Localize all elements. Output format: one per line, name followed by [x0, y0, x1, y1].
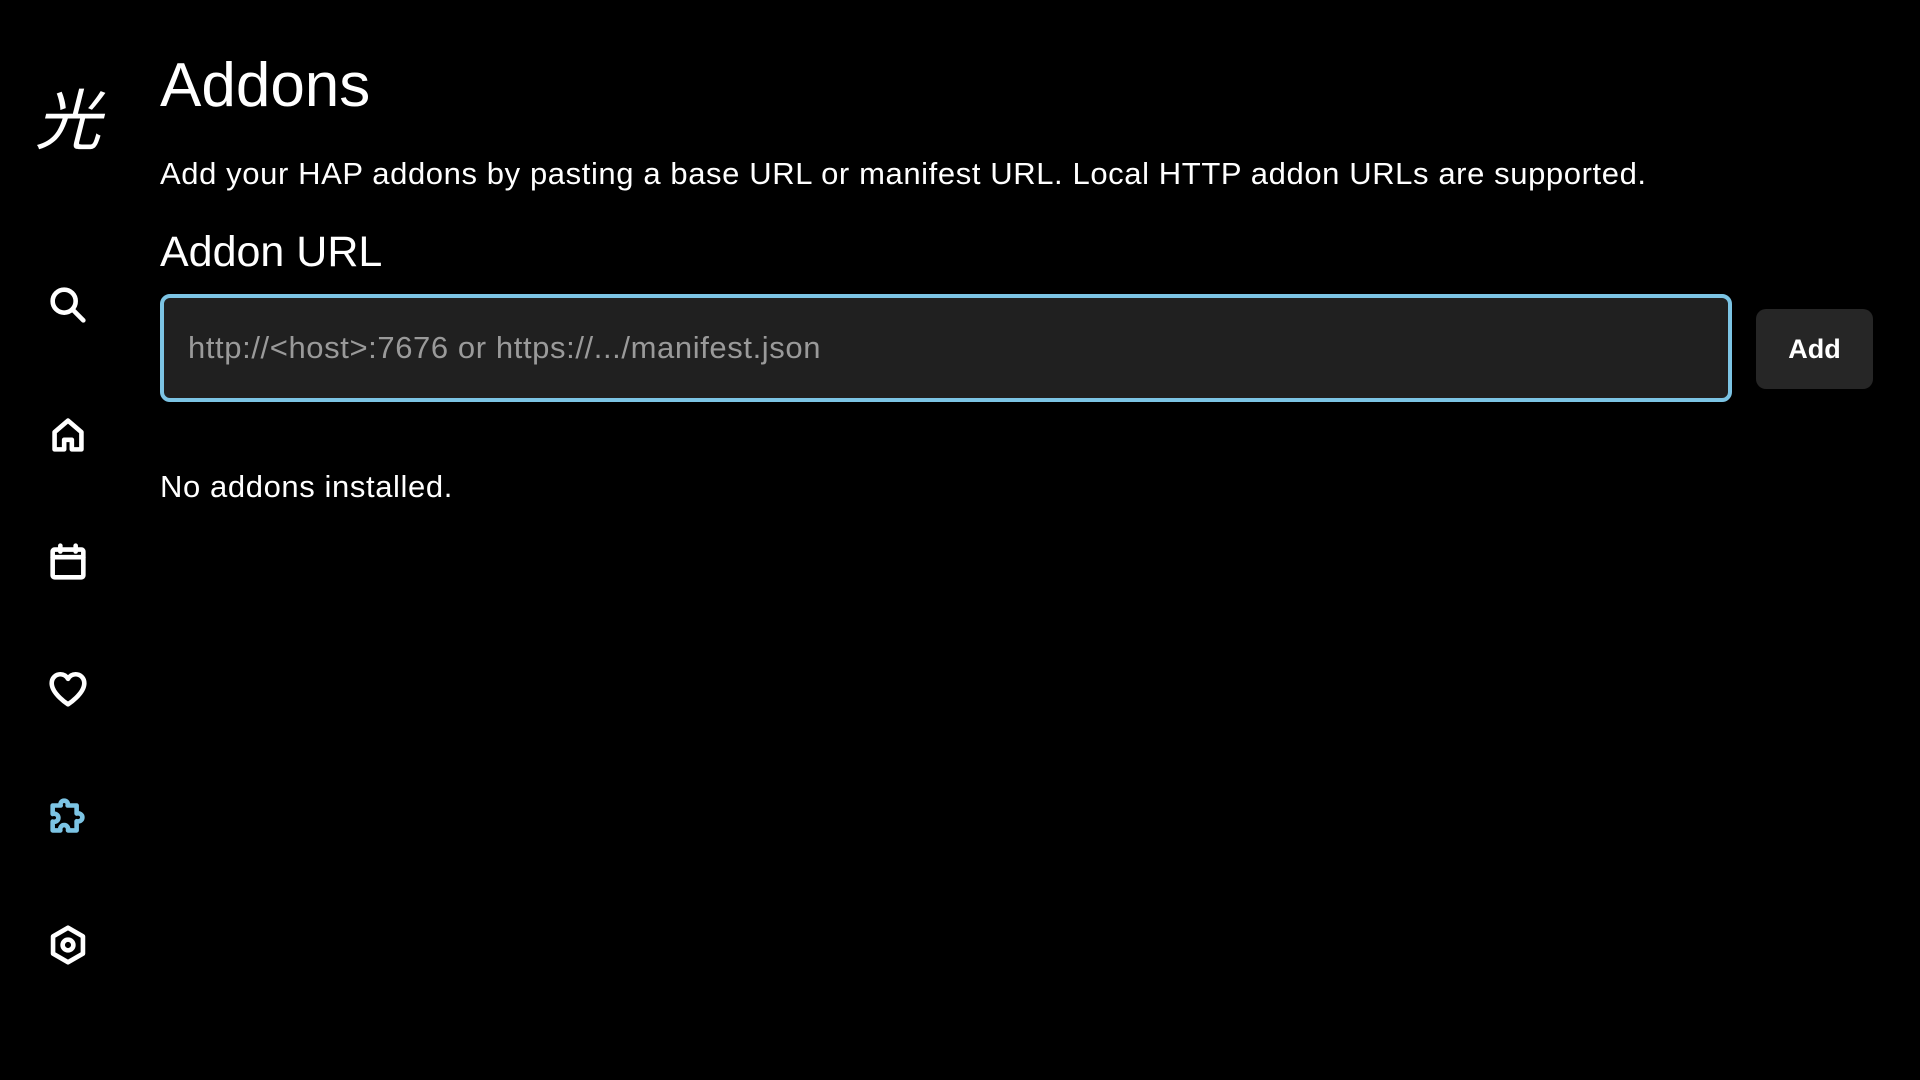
- addon-url-input[interactable]: [160, 294, 1732, 402]
- sidebar-item-search[interactable]: [38, 277, 98, 337]
- sidebar-item-home[interactable]: [38, 407, 98, 467]
- sidebar-item-favorites[interactable]: [38, 661, 98, 721]
- calendar-icon: [45, 539, 91, 590]
- sidebar-item-calendar[interactable]: [38, 534, 98, 594]
- page-title: Addons: [160, 51, 371, 120]
- puzzle-icon: [45, 794, 91, 845]
- heart-icon: [45, 666, 91, 717]
- app-logo: 光: [35, 83, 101, 160]
- page-description: Add your HAP addons by pasting a base UR…: [160, 156, 1647, 191]
- home-icon: [45, 412, 91, 463]
- sidebar-item-addons[interactable]: [38, 789, 98, 849]
- empty-addons-message: No addons installed.: [160, 469, 453, 504]
- sidebar-item-settings[interactable]: [38, 917, 98, 977]
- addon-url-label: Addon URL: [160, 228, 383, 276]
- add-addon-button[interactable]: Add: [1756, 309, 1873, 389]
- sidebar: 光: [0, 0, 136, 1080]
- search-icon: [45, 282, 91, 333]
- settings-icon: [45, 922, 91, 973]
- app-window: 光 Addons Add your HAP addons by pasting …: [0, 0, 1920, 1080]
